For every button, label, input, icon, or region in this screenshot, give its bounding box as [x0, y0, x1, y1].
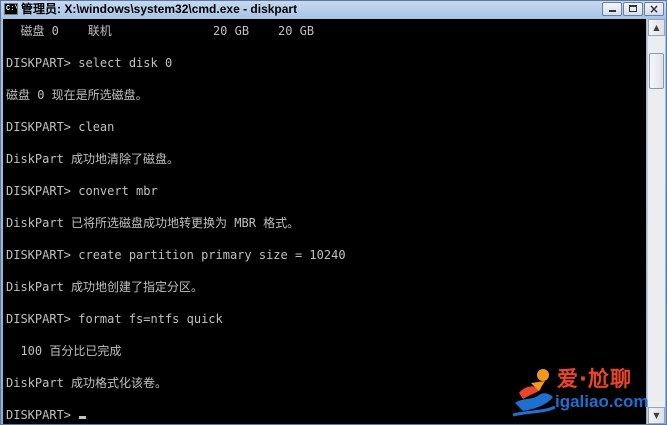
console-line: DISKPART> select disk 0 — [6, 56, 173, 70]
console-line: DISKPART> create partition primary size … — [6, 248, 346, 262]
close-button[interactable]: × — [644, 2, 664, 16]
console-line: 磁盘 0 现在是所选磁盘。 — [6, 88, 148, 102]
text-cursor — [79, 416, 87, 419]
minimize-icon — [609, 10, 616, 12]
console-line: DiskPart 成功格式化该卷。 — [6, 376, 168, 390]
console-line: DiskPart 成功地清除了磁盘。 — [6, 152, 180, 166]
console-line: 磁盘 0 联机 20 GB 20 GB — [6, 24, 315, 38]
maximize-icon — [629, 5, 637, 12]
watermark-brand: 爱·尬聊 — [557, 367, 632, 391]
runner-icon — [512, 369, 556, 417]
console-line: DISKPART> format fs=ntfs quick — [6, 312, 223, 326]
watermark-logo: 爱·尬聊 igaliao.com — [509, 359, 659, 421]
close-icon: × — [649, 2, 660, 16]
minimize-button[interactable] — [602, 2, 622, 16]
title-bar[interactable]: C:\ 管理员: X:\windows\system32\cmd.exe - d… — [1, 1, 666, 18]
scroll-thumb[interactable] — [649, 53, 664, 89]
console-line: DiskPart 已将所选磁盘成功地转更换为 MBR 格式。 — [6, 216, 300, 230]
console-line: DISKPART> convert mbr — [6, 184, 158, 198]
console-prompt-line[interactable]: DISKPART> — [6, 408, 87, 422]
cmd-window: C:\ 管理员: X:\windows\system32\cmd.exe - d… — [0, 0, 667, 425]
console-prompt: DISKPART> — [6, 408, 79, 422]
console-line: DISKPART> clean — [6, 120, 115, 134]
scroll-up-button[interactable]: ▲ — [648, 19, 665, 36]
cmd-app-icon[interactable]: C:\ — [4, 3, 18, 15]
console-line: 100 百分比已完成 — [6, 344, 122, 358]
arrow-up-icon: ▲ — [653, 23, 660, 32]
window-title: 管理员: X:\windows\system32\cmd.exe - diskp… — [21, 2, 298, 16]
maximize-button[interactable] — [623, 2, 643, 16]
console-line: DiskPart 成功地创建了指定分区。 — [6, 280, 204, 294]
watermark-url: igaliao.com — [555, 392, 649, 411]
